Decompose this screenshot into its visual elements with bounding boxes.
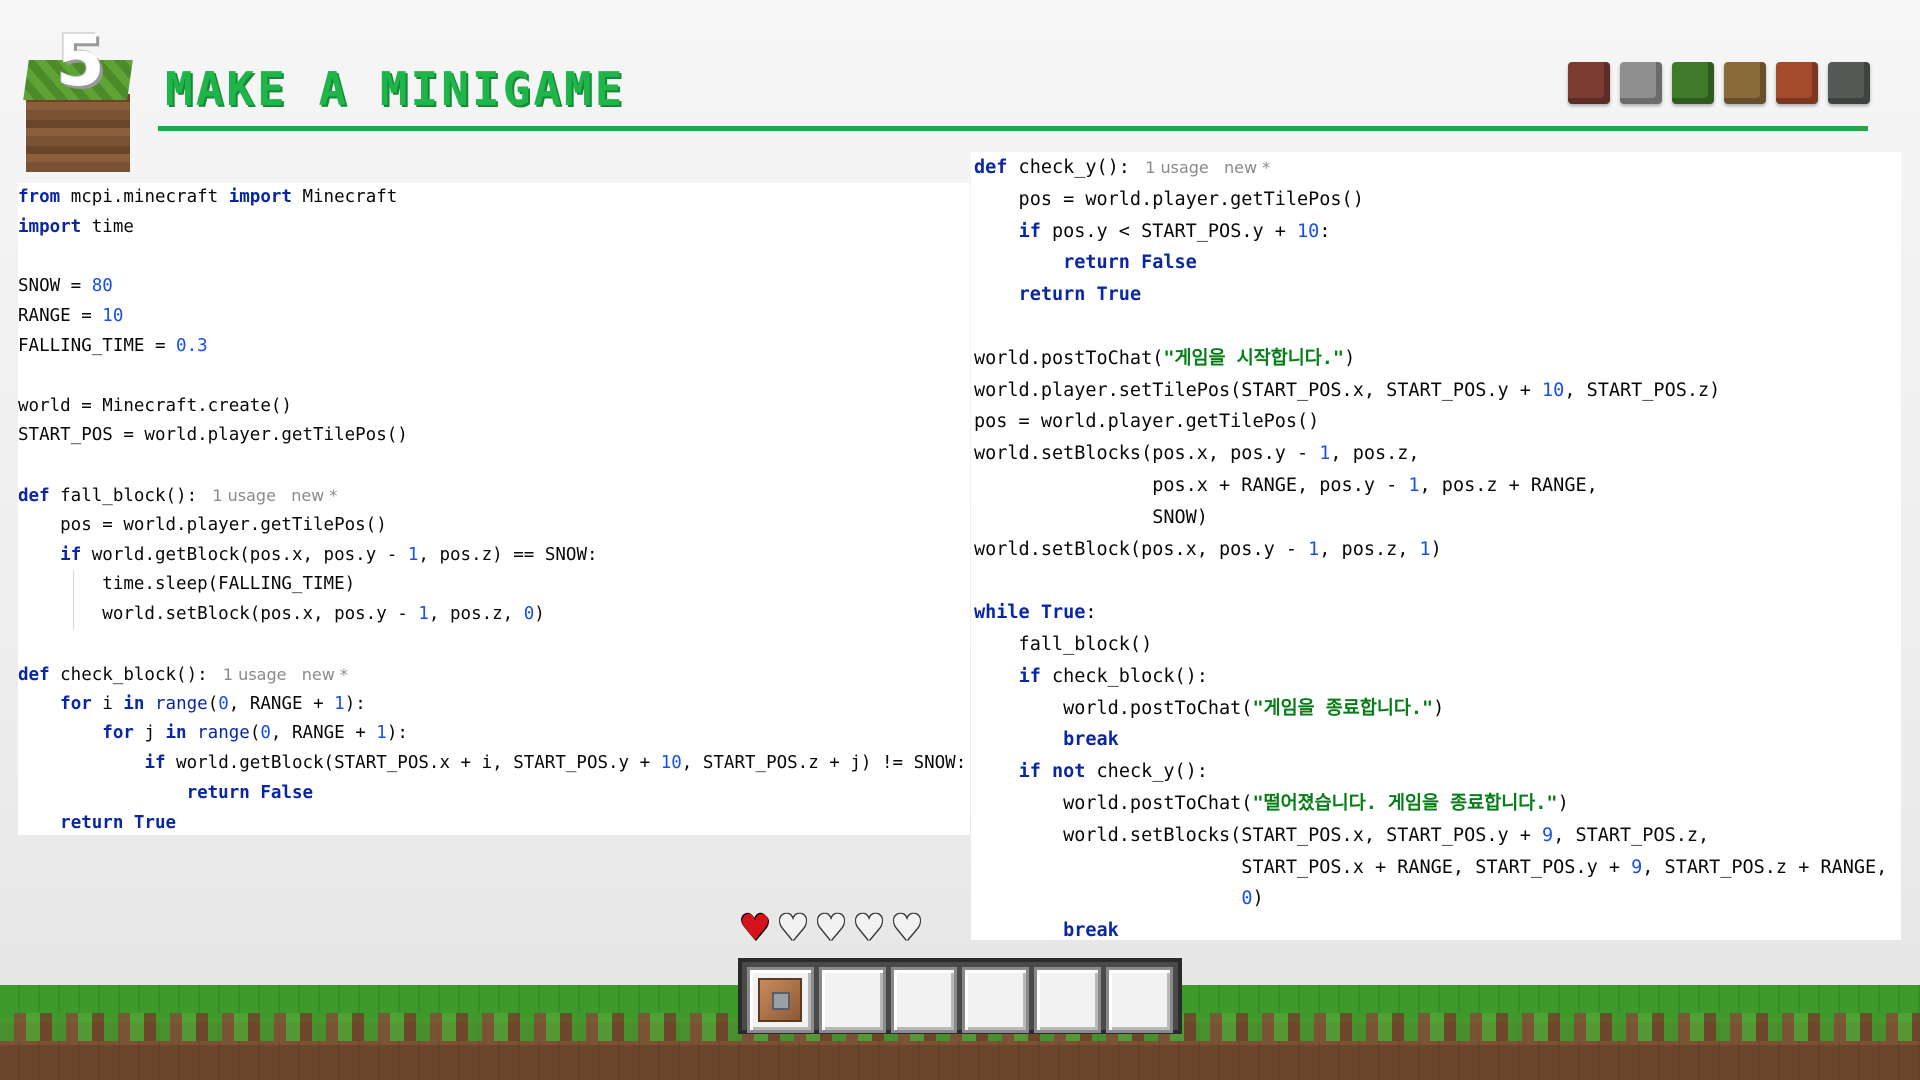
- grass-block-icon: [1672, 62, 1714, 104]
- code-line: return True: [60, 812, 177, 833]
- code-line: for i in range(0, RANGE + 1):: [60, 693, 366, 714]
- hotbar-slot[interactable]: [818, 967, 886, 1033]
- code-line: for j in range(0, RANGE + 1):: [102, 723, 408, 744]
- code-block-right: def check_y(): 1 usage new * pos = world…: [974, 152, 1887, 947]
- dirt-block-side: [26, 94, 130, 172]
- code-line: 0): [1241, 888, 1264, 910]
- code-line: while True:: [974, 602, 1097, 624]
- code-line: fall_block(): [974, 633, 1153, 655]
- code-line: import time: [18, 216, 134, 237]
- code-line: if check_block():: [1018, 665, 1208, 687]
- code-line: def check_block(): 1 usage new *: [18, 664, 348, 685]
- usage-hint: 1 usage new *: [197, 485, 338, 505]
- code-line: return False: [186, 782, 314, 803]
- code-line: return False: [1063, 252, 1197, 274]
- code-line: world.postToChat("게임을 시작합니다."): [974, 347, 1356, 369]
- code-line: world.setBlock(pos.x, pos.y - 1, pos.z, …: [18, 604, 545, 625]
- usage-hint: 1 usage new *: [1129, 158, 1271, 177]
- wood-block-icon: [1724, 62, 1766, 104]
- code-line: world.setBlocks(START_POS.x, START_POS.y…: [974, 824, 1710, 846]
- heart-empty-icon: ♥: [852, 908, 886, 949]
- stone-block-icon: [1620, 62, 1662, 104]
- code-panel-left: from mcpi.minecraft import Minecraft impo…: [18, 183, 970, 835]
- code-line: SNOW = 80: [18, 276, 113, 297]
- heart-empty-icon: ♥: [890, 908, 924, 949]
- code-line: if not check_y():: [1018, 761, 1208, 783]
- code-line: SNOW): [974, 506, 1208, 528]
- page-title: MAKE A MINIGAME: [165, 62, 626, 116]
- code-line: return True: [1018, 284, 1142, 306]
- code-line: pos = world.player.getTilePos(): [974, 188, 1364, 210]
- code-line: world = Minecraft.create(): [18, 395, 292, 416]
- code-line: pos.x + RANGE, pos.y - 1, pos.z + RANGE,: [974, 474, 1598, 496]
- code-line: world.postToChat("게임을 종료합니다."): [974, 697, 1445, 719]
- code-line: time.sleep(FALLING_TIME): [18, 574, 356, 595]
- heart-full-icon: ♥: [738, 908, 772, 949]
- code-line: FALLING_TIME = 0.3: [18, 335, 208, 356]
- code-line: world.setBlocks(pos.x, pos.y - 1, pos.z,: [974, 443, 1420, 465]
- hotbar-slot[interactable]: [1106, 967, 1173, 1033]
- code-line: break: [1063, 729, 1119, 751]
- health-bar: ♥ ♥ ♥ ♥ ♥: [738, 908, 924, 949]
- hotbar-slot[interactable]: [962, 967, 1030, 1033]
- chapter-number: 5: [56, 20, 105, 102]
- hotbar-slot[interactable]: [890, 967, 958, 1033]
- usage-hint: 1 usage new *: [207, 664, 348, 684]
- code-block-left: from mcpi.minecraft import Minecraft impo…: [18, 183, 966, 839]
- ore-block-icon: [1828, 62, 1870, 104]
- code-panel-right: def check_y(): 1 usage new * pos = world…: [971, 152, 1901, 941]
- code-line: break: [1063, 920, 1119, 942]
- code-line: def fall_block(): 1 usage new *: [18, 485, 338, 506]
- netherrack-block-icon: [1568, 62, 1610, 104]
- block-icon-row: [1568, 62, 1870, 104]
- code-line: def check_y(): 1 usage new *: [974, 157, 1271, 178]
- chapter-badge: 5: [23, 20, 133, 172]
- title-underline: [158, 126, 1868, 131]
- code-line: world.setBlock(pos.x, pos.y - 1, pos.z, …: [974, 538, 1442, 560]
- hotbar-slot[interactable]: [747, 967, 814, 1033]
- code-line: if pos.y < START_POS.y + 10:: [1018, 220, 1331, 242]
- command-block-icon: [758, 978, 803, 1022]
- code-line: world.postToChat("떨어졌습니다. 게임을 종료합니다."): [974, 792, 1569, 814]
- hotbar-slot[interactable]: [1034, 967, 1102, 1033]
- code-line: START_POS.x + RANGE, START_POS.y + 9, ST…: [974, 856, 1888, 878]
- clay-block-icon: [1776, 62, 1818, 104]
- code-line: if world.getBlock(pos.x, pos.y - 1, pos.…: [60, 544, 598, 565]
- code-line: START_POS = world.player.getTilePos(): [18, 425, 408, 446]
- code-line: world.player.setTilePos(START_POS.x, STA…: [974, 379, 1721, 401]
- heart-empty-icon: ♥: [814, 908, 848, 949]
- heart-empty-icon: ♥: [776, 908, 810, 949]
- hotbar: [738, 958, 1182, 1034]
- code-line: RANGE = 10: [18, 306, 124, 327]
- code-line: pos = world.player.getTilePos(): [18, 514, 387, 535]
- code-line: pos = world.player.getTilePos(): [974, 411, 1320, 433]
- code-line: if world.getBlock(START_POS.x + i, START…: [144, 753, 967, 774]
- code-line: from mcpi.minecraft import Minecraft: [18, 187, 398, 207]
